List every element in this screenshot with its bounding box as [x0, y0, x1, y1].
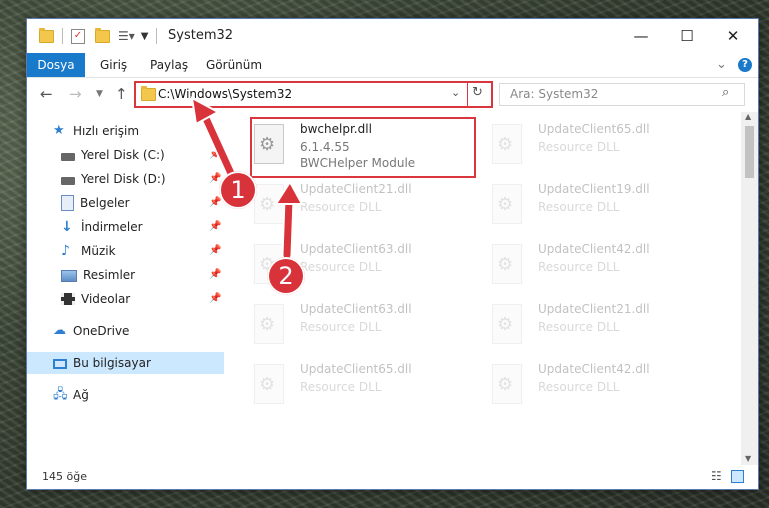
step-1-badge: 1 [219, 171, 257, 209]
annotation-arrows [190, 96, 304, 261]
arrow-1 [190, 96, 240, 186]
step-2-badge: 2 [267, 257, 305, 295]
arrow-2 [274, 180, 304, 261]
